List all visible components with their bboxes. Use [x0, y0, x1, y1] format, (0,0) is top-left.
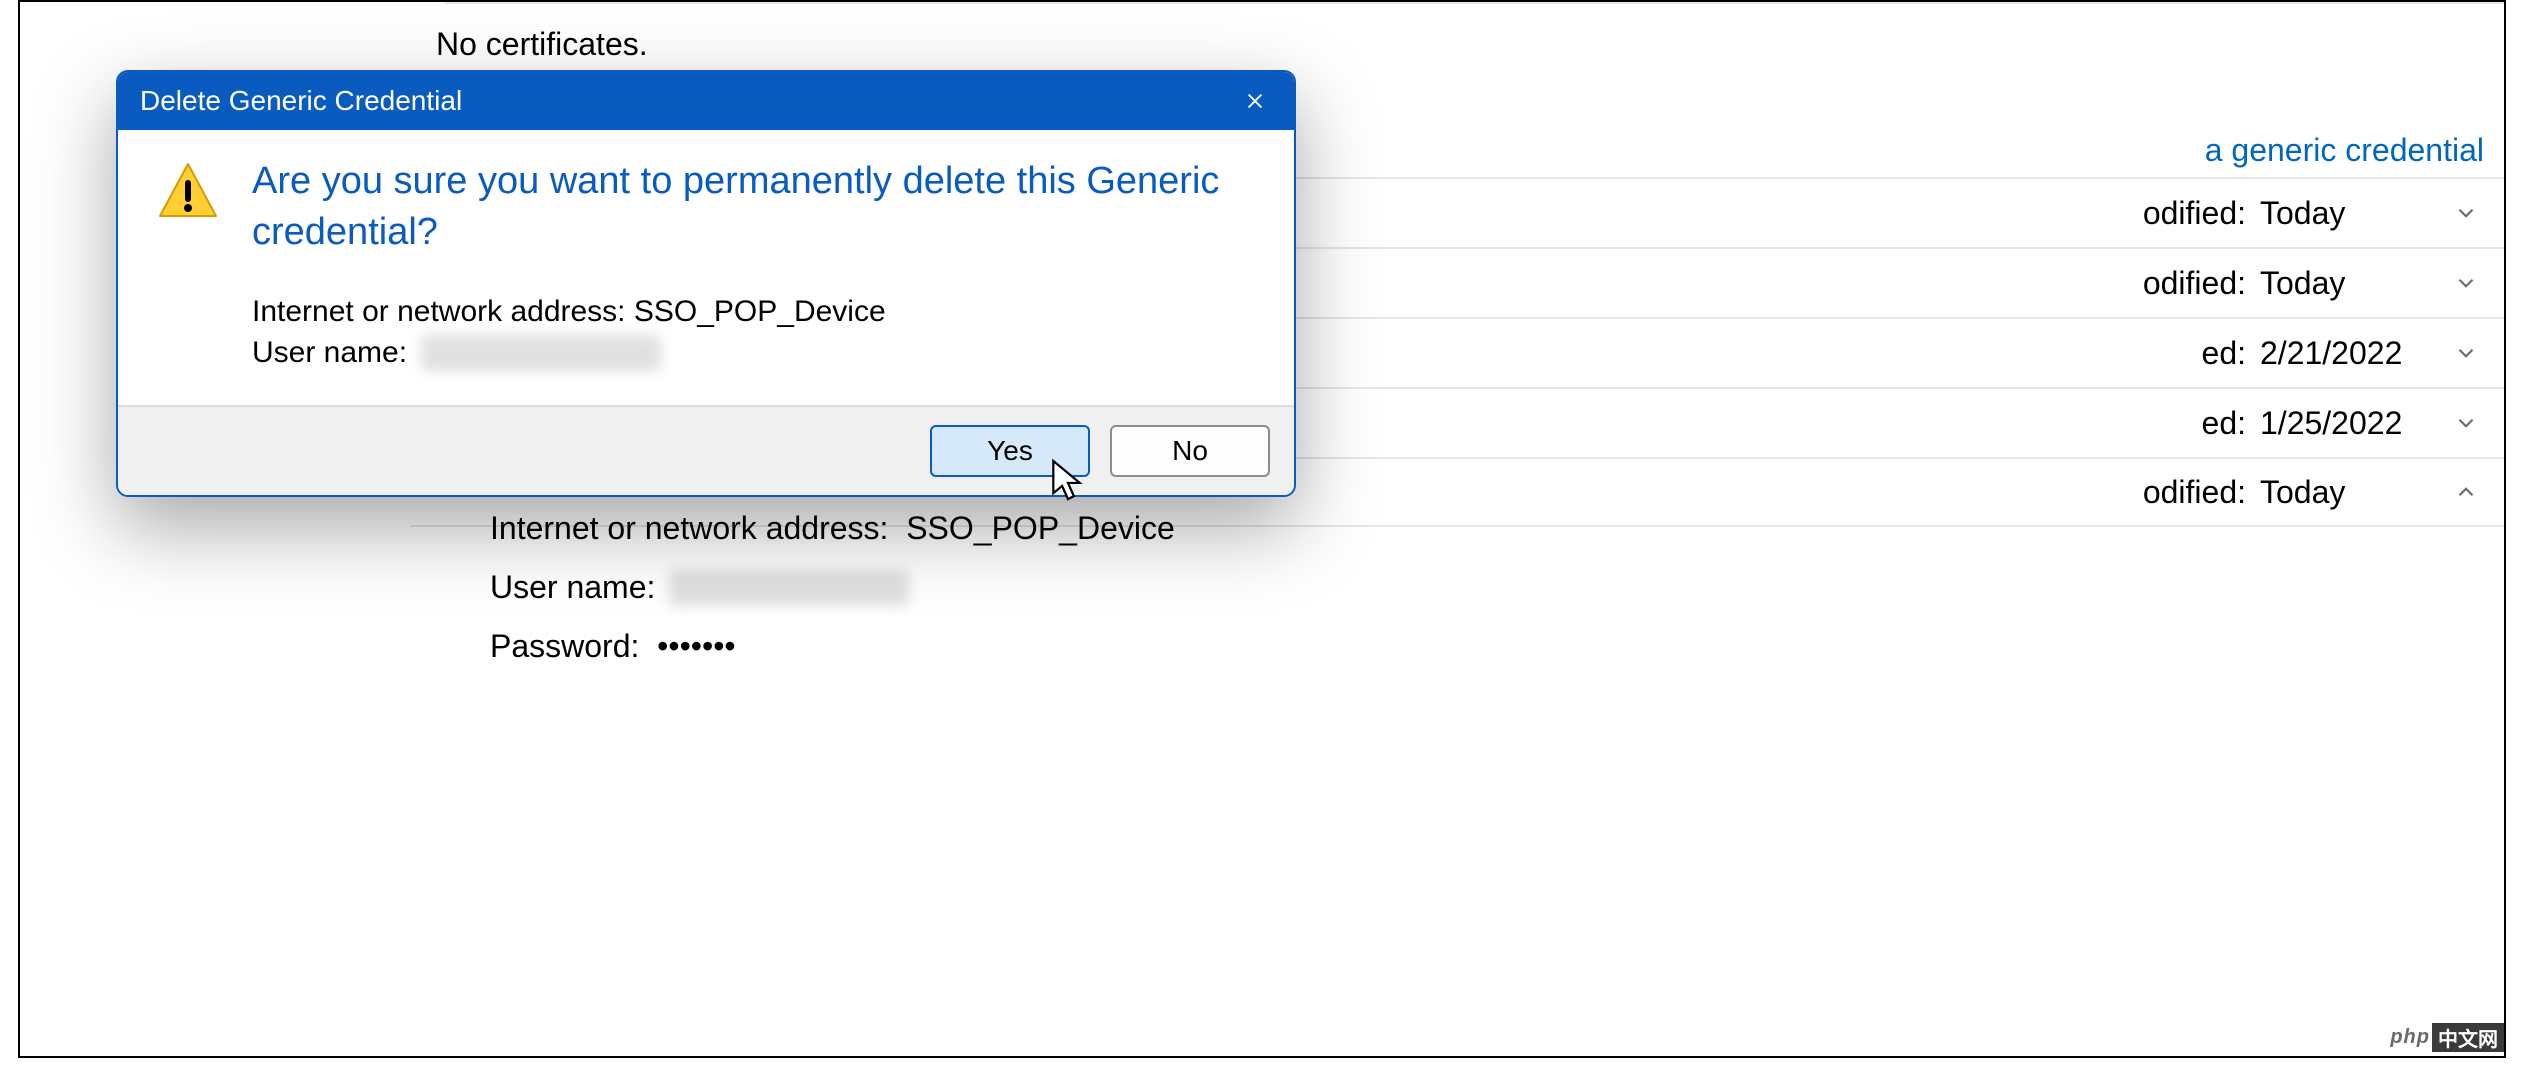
chevron-down-icon[interactable] — [2448, 270, 2484, 296]
dialog-titlebar: Delete Generic Credential — [118, 72, 1294, 130]
add-generic-credential-link[interactable]: a generic credential — [2205, 132, 2484, 169]
dialog-username-label: User name: — [252, 336, 407, 370]
no-button[interactable]: No — [1110, 425, 1270, 477]
modified-label: ed: — [2202, 405, 2246, 442]
yes-button[interactable]: Yes — [930, 425, 1090, 477]
modified-value: 2/21/2022 — [2260, 335, 2410, 372]
watermark: php 中文网 — [2388, 1023, 2504, 1052]
modified-label: odified: — [2143, 474, 2246, 511]
dialog-instruction: Are you sure you want to permanently del… — [252, 156, 1256, 259]
close-button[interactable] — [1230, 79, 1280, 123]
chevron-up-icon[interactable] — [2448, 479, 2484, 505]
confirm-dialog: Delete Generic Credential Are you sure y… — [116, 70, 1296, 497]
modified-value: Today — [2260, 265, 2410, 302]
dialog-footer: Yes No — [118, 405, 1294, 495]
chevron-down-icon[interactable] — [2448, 200, 2484, 226]
detail-address-value: SSO_POP_Device — [906, 510, 1175, 547]
detail-address-label: Internet or network address: — [490, 510, 888, 547]
dialog-title: Delete Generic Credential — [140, 85, 1230, 117]
modified-label: ed: — [2202, 335, 2246, 372]
redacted-username — [669, 570, 909, 606]
close-icon — [1244, 90, 1266, 112]
redacted-username — [421, 335, 661, 371]
modified-value: 1/25/2022 — [2260, 405, 2410, 442]
detail-username-label: User name: — [490, 569, 655, 606]
warning-icon — [156, 160, 228, 377]
watermark-a: php — [2388, 1026, 2432, 1049]
chevron-down-icon[interactable] — [2448, 410, 2484, 436]
detail-password-value: ••••••• — [657, 628, 735, 665]
modified-label: odified: — [2143, 265, 2246, 302]
modified-value: Today — [2260, 474, 2410, 511]
chevron-down-icon[interactable] — [2448, 340, 2484, 366]
dialog-address-label: Internet or network address: — [252, 295, 626, 329]
no-certificates-text: No certificates. — [436, 26, 648, 63]
divider — [445, 2, 2504, 4]
credential-detail: Internet or network address: SSO_POP_Dev… — [490, 510, 1175, 687]
modified-value: Today — [2260, 195, 2410, 232]
modified-label: odified: — [2143, 195, 2246, 232]
detail-password-label: Password: — [490, 628, 639, 665]
watermark-b: 中文网 — [2432, 1023, 2504, 1052]
dialog-address-value: SSO_POP_Device — [634, 295, 886, 329]
